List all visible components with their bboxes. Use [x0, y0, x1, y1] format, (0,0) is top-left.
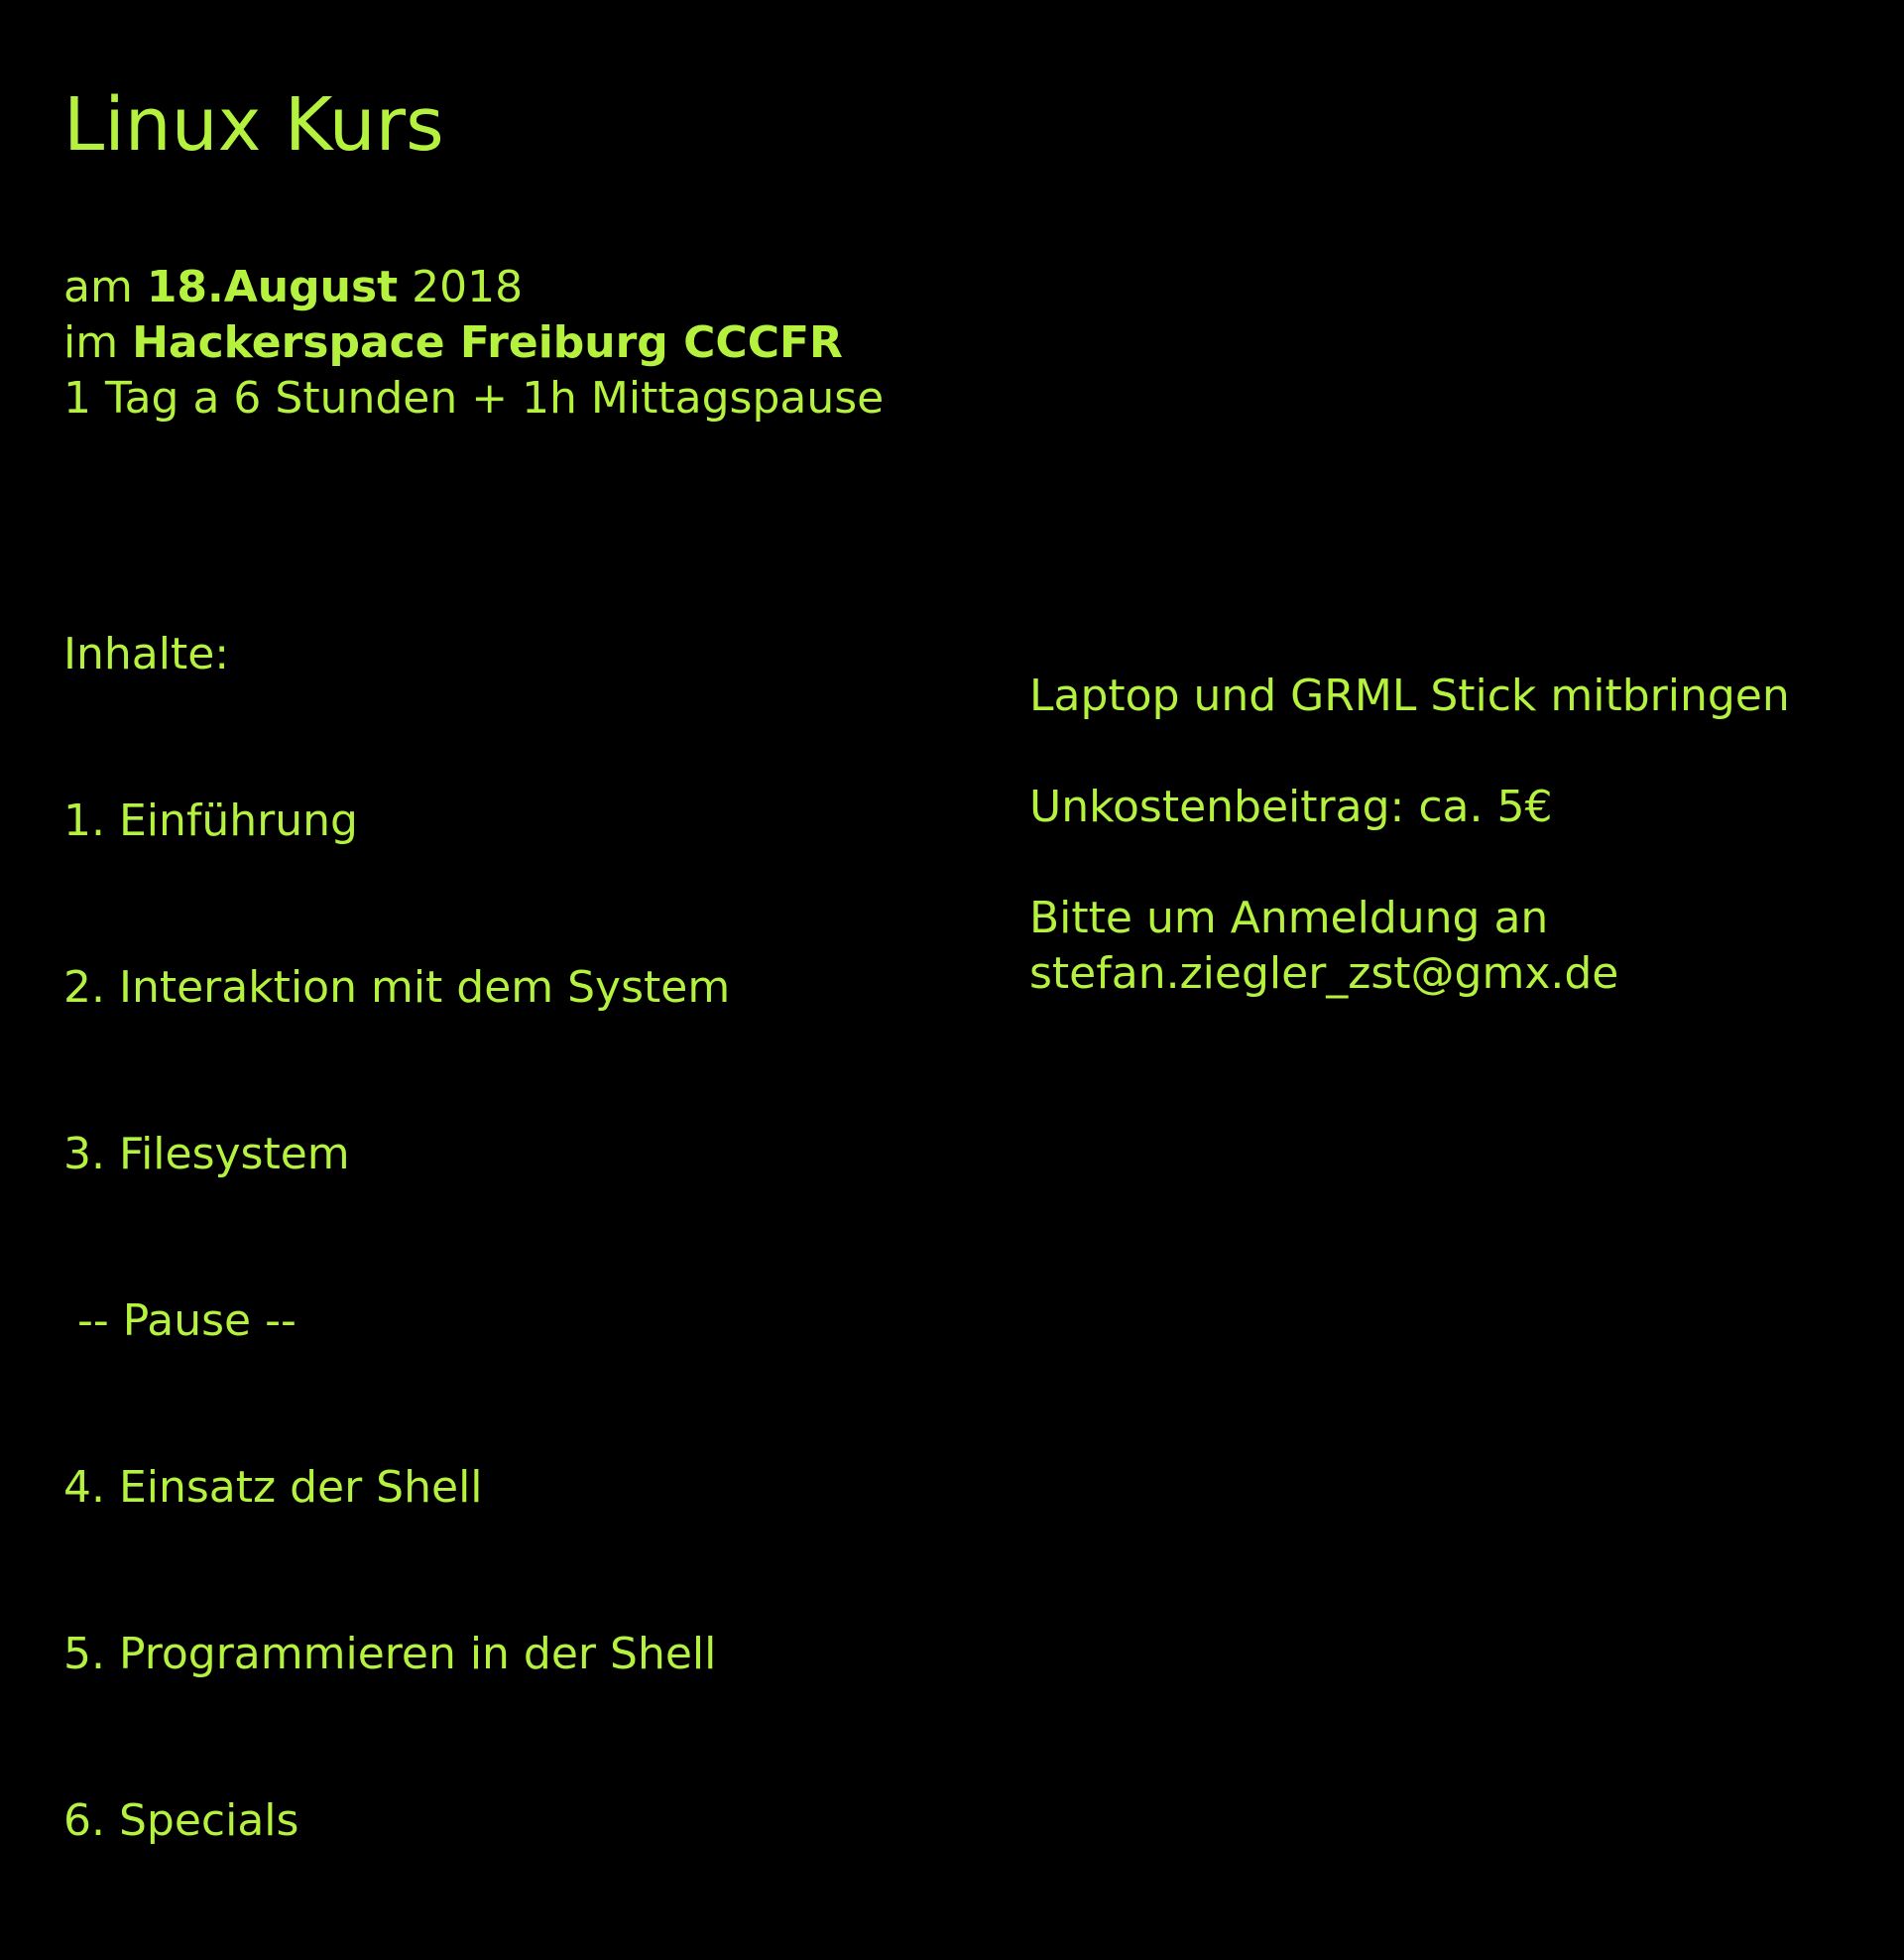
list-item: 5. Programmieren in der Shell [63, 1629, 717, 1679]
event-place-line: im Hackerspace Freiburg CCCFR [63, 315, 884, 371]
fee-note: Unkostenbeitrag: ca. 5€ [1029, 782, 1553, 832]
list-item: 1. Einführung [63, 796, 358, 846]
page-title: Linux Kurs [63, 82, 444, 168]
registration-email: stefan.ziegler_zst@gmx.de [1029, 948, 1619, 999]
list-item: 4. Einsatz der Shell [63, 1462, 483, 1513]
list-item: 3. Filesystem [63, 1129, 350, 1179]
event-details: am 18.August 2018 im Hackerspace Freibur… [63, 260, 884, 427]
list-item: -- Pause -- [63, 1295, 297, 1346]
event-year: 2018 [398, 262, 524, 312]
event-date-line: am 18.August 2018 [63, 260, 884, 315]
registration-note: Bitte um Anmeldung an stefan.ziegler_zst… [1029, 891, 1790, 1002]
event-date: 18.August [146, 262, 399, 312]
bring-note: Laptop und GRML Stick mitbringen [1029, 671, 1790, 721]
event-duration: 1 Tag a 6 Stunden + 1h Mittagspause [63, 373, 885, 424]
info-panel: Laptop und GRML Stick mitbringen Unkoste… [1029, 669, 1790, 1002]
contents-list: Inhalte: 1. Einführung 2. Interaktion mi… [63, 516, 730, 1960]
date-prefix: am [63, 262, 147, 312]
list-item: 2. Interaktion mit dem System [63, 962, 731, 1013]
list-item: 6. Specials [63, 1795, 299, 1846]
place-prefix: im [63, 317, 133, 368]
contents-heading: Inhalte: [63, 629, 230, 679]
slide: Linux Kurs am 18.August 2018 im Hackersp… [0, 0, 1904, 1846]
registration-text: Bitte um Anmeldung an [1029, 893, 1549, 943]
event-place: Hackerspace Freiburg CCCFR [132, 317, 843, 368]
